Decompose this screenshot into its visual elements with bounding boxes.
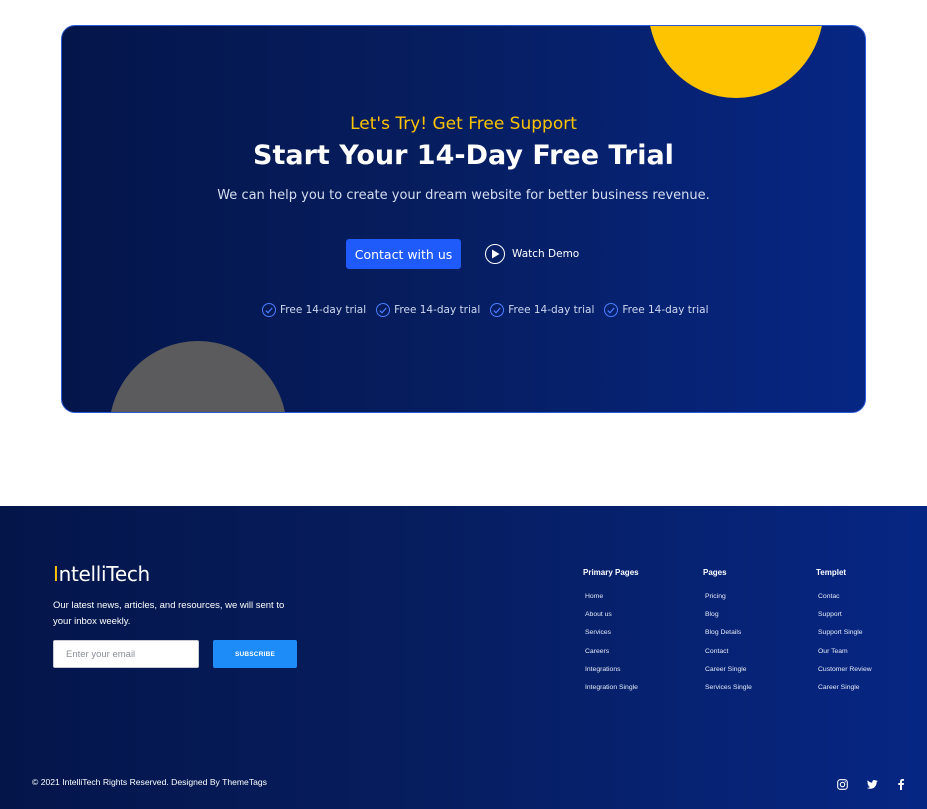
footer-link[interactable]: Integration Single (585, 684, 638, 691)
check-circle-icon (262, 303, 276, 317)
subscribe-button[interactable]: SUBSCRIBE (213, 640, 297, 668)
column-title: Templet (816, 568, 847, 577)
footer-link-item: Blog Details (703, 627, 752, 645)
footer-link[interactable]: Career Single (818, 684, 860, 691)
footer-link-item: About us (583, 609, 639, 627)
footer-link-item: Our Team (816, 646, 872, 664)
footer-link-item: Blog (703, 609, 752, 627)
footer-link-item: Career Single (816, 682, 872, 700)
feature-label: Free 14-day trial (508, 304, 595, 316)
feature-label: Free 14-day trial (394, 304, 481, 316)
check-circle-icon (376, 303, 391, 317)
footer-link-item: Pricing (703, 591, 752, 609)
watch-demo-link[interactable]: Watch Demo (485, 244, 579, 264)
footer-link[interactable]: Support Single (818, 629, 863, 636)
footer-column-pages: Pages Pricing Blog Blog Details Contact … (703, 568, 752, 700)
column-title: Pages (703, 568, 727, 577)
logo-rest: ntelliTech (58, 562, 151, 586)
footer-link[interactable]: Services Single (705, 684, 752, 691)
column-title: Primary Pages (583, 568, 639, 577)
footer-link[interactable]: Career Single (705, 666, 747, 673)
footer-link-item: Services (583, 627, 639, 645)
facebook-icon[interactable] (895, 778, 907, 790)
newsletter-text: Our latest news, articles, and resources… (53, 600, 285, 627)
footer-link[interactable]: Blog Details (705, 629, 741, 636)
decorative-gray-circle (109, 341, 287, 412)
footer-link-item: Support Single (816, 627, 872, 645)
copyright-text: © 2021 IntelliTech Rights Reserved. Desi… (32, 777, 267, 787)
footer-link[interactable]: Customer Review (818, 666, 872, 673)
feature-item: Free 14-day trial (262, 303, 366, 317)
footer-link[interactable]: Services (585, 629, 611, 636)
email-input[interactable] (53, 640, 199, 668)
footer-link[interactable]: Integrations (585, 666, 621, 673)
cta-card: Let's Try! Get Free Support Start Your 1… (61, 25, 866, 413)
footer-link[interactable]: About us (585, 611, 612, 618)
footer-link-item: Customer Review (816, 664, 872, 682)
check-circle-icon (604, 303, 619, 317)
footer-link[interactable]: Our Team (818, 648, 848, 655)
cta-title: Start Your 14-Day Free Trial (253, 140, 674, 171)
footer-link[interactable]: Contact (705, 648, 728, 655)
footer-column-templet: Templet Contac Support Support Single Ou… (816, 568, 872, 700)
footer-link[interactable]: Home (585, 593, 603, 600)
watch-demo-label: Watch Demo (512, 248, 580, 260)
feature-item: Free 14-day trial (604, 303, 709, 317)
footer-column-primary-pages: Primary Pages Home About us Services Car… (583, 568, 639, 700)
footer-link-item: Contac (816, 591, 872, 609)
footer-link-item: Integrations (583, 664, 639, 682)
footer-link-item: Services Single (703, 682, 752, 700)
footer-link[interactable]: Pricing (705, 593, 726, 600)
feature-label: Free 14-day trial (622, 304, 709, 316)
footer-link[interactable]: Support (818, 611, 842, 618)
footer-link-item: Careers (583, 646, 639, 664)
cta-description: We can help you to create your dream web… (217, 188, 710, 203)
twitter-icon[interactable] (866, 778, 878, 790)
footer-link-item: Contact (703, 646, 752, 664)
feature-item: Free 14-day trial (376, 303, 480, 317)
contact-button[interactable]: Contact with us (346, 239, 461, 269)
footer-link-item: Support (816, 609, 872, 627)
footer-link[interactable]: Blog (705, 611, 719, 618)
instagram-icon[interactable] (836, 778, 848, 790)
footer-link[interactable]: Contac (818, 593, 840, 600)
check-circle-icon (490, 303, 505, 317)
site-logo[interactable]: IntelliTech (53, 562, 150, 586)
footer-link-item: Integration Single (583, 682, 639, 700)
cta-subtitle: Let's Try! Get Free Support (350, 114, 577, 134)
site-footer: IntelliTech Our latest news, articles, a… (0, 506, 927, 809)
feature-item: Free 14-day trial (490, 303, 594, 317)
play-icon (485, 244, 505, 264)
footer-link-item: Home (583, 591, 639, 609)
footer-link[interactable]: Careers (585, 648, 609, 655)
feature-label: Free 14-day trial (280, 304, 367, 316)
feature-list: Free 14-day trial Free 14-day trial Free… (262, 303, 709, 317)
footer-link-item: Career Single (703, 664, 752, 682)
decorative-yellow-circle (648, 26, 824, 98)
